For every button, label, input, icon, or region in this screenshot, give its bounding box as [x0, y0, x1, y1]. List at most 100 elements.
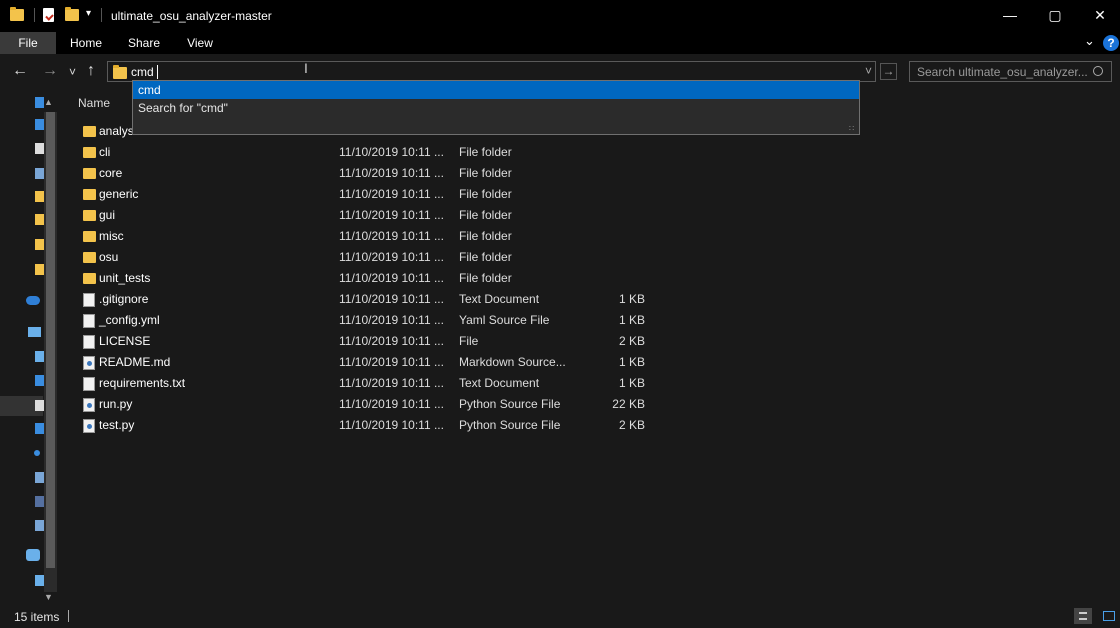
help-icon[interactable]: ?: [1103, 35, 1119, 51]
file-name: .gitignore: [99, 292, 149, 306]
tab-file[interactable]: File: [0, 32, 56, 54]
file-size: 2 KB: [618, 418, 645, 432]
address-dropdown-icon[interactable]: ˅: [865, 64, 872, 78]
scroll-up-icon[interactable]: ▲: [44, 97, 53, 107]
file-date: 11/10/2019 10:11 ...: [339, 187, 444, 201]
address-input[interactable]: [131, 64, 731, 80]
file-row[interactable]: run.py 11/10/2019 10:11 ... Python Source …: [80, 394, 650, 415]
pictures-icon[interactable]: [35, 472, 44, 483]
new-folder-icon[interactable]: [65, 7, 79, 21]
file-row[interactable]: README.md 11/10/2019 10:11 ... Markdown So…: [80, 352, 650, 373]
onedrive-icon[interactable]: [26, 296, 40, 305]
file-type: File folder: [459, 187, 512, 201]
minimize-button[interactable]: —: [987, 0, 1033, 30]
file-row[interactable]: LICENSE 11/10/2019 10:11 ... File 2 KB: [80, 331, 650, 352]
file-type: Python Source File: [459, 418, 561, 432]
drive-icon[interactable]: [35, 520, 44, 531]
desktop-icon[interactable]: [35, 97, 44, 108]
folder-icon: [83, 252, 96, 263]
file-name: LICENSE: [99, 334, 151, 348]
file-row[interactable]: generic 11/10/2019 10:11 ... File folder: [80, 184, 650, 205]
tab-share[interactable]: Share: [120, 32, 168, 54]
file-type: Python Source File: [459, 397, 561, 411]
forward-button[interactable]: →: [42, 62, 58, 80]
documents-icon[interactable]: [35, 143, 44, 154]
file-date: 11/10/2019 10:11 ...: [339, 418, 444, 432]
file-date: 11/10/2019 10:11 ...: [339, 250, 444, 264]
file-date: 11/10/2019 10:11 ...: [339, 271, 444, 285]
file-type: Text Document: [459, 292, 540, 306]
desktop-icon[interactable]: [35, 375, 44, 386]
folder-icon[interactable]: [35, 191, 44, 202]
file-date: 11/10/2019 10:11 ...: [339, 376, 444, 390]
folder-icon[interactable]: [35, 239, 44, 250]
folder-icon: [83, 168, 96, 179]
text-cursor: [157, 65, 158, 79]
folder-icon: [83, 126, 96, 137]
file-row[interactable]: _config.yml 11/10/2019 10:11 ... Yaml Sour…: [80, 310, 650, 331]
file-date: 11/10/2019 10:11 ...: [339, 292, 444, 306]
properties-icon[interactable]: [43, 8, 54, 22]
folder-icon[interactable]: [35, 264, 44, 275]
music-icon[interactable]: [34, 450, 40, 456]
file-name: unit_tests: [99, 271, 151, 285]
file-date: 11/10/2019 10:11 ...: [339, 355, 444, 369]
downloads-icon[interactable]: [35, 119, 44, 130]
scroll-down-icon[interactable]: ▼: [44, 592, 53, 602]
file-name: run.py: [99, 397, 133, 411]
resize-grip-icon[interactable]: ∷: [849, 124, 854, 133]
search-input[interactable]: [917, 64, 1087, 80]
large-icons-view-button[interactable]: [1100, 608, 1118, 624]
autocomplete-item[interactable]: Search for "cmd": [133, 99, 859, 117]
file-name: requirements.txt: [99, 376, 186, 390]
document-icon: [83, 335, 95, 349]
this-pc-icon[interactable]: [28, 327, 41, 337]
file-date: 11/10/2019 10:11 ...: [339, 208, 444, 222]
search-icon[interactable]: [1093, 66, 1103, 76]
go-button[interactable]: →: [880, 63, 897, 80]
documents-icon[interactable]: [35, 400, 44, 411]
file-size: 1 KB: [618, 355, 645, 369]
folder-icon[interactable]: [35, 214, 44, 225]
tab-view[interactable]: View: [176, 32, 224, 54]
folder-icon: [113, 65, 127, 79]
file-row[interactable]: gui 11/10/2019 10:11 ... File folder: [80, 205, 650, 226]
quick-access-dropdown-icon[interactable]: ▾: [86, 8, 91, 19]
python-file-icon: [83, 356, 95, 370]
file-name: osu: [99, 250, 119, 264]
file-row[interactable]: requirements.txt 11/10/2019 10:11 ... Text…: [80, 373, 650, 394]
maximize-button[interactable]: ▢: [1032, 0, 1078, 30]
file-type: File: [459, 334, 479, 348]
autocomplete-item-label: Search for "cmd": [138, 101, 228, 115]
file-type: File folder: [459, 208, 512, 222]
file-row[interactable]: osu 11/10/2019 10:11 ... File folder: [80, 247, 650, 268]
file-row[interactable]: test.py 11/10/2019 10:11 ... Python Source…: [80, 415, 650, 436]
file-name: analys: [99, 124, 134, 138]
back-button[interactable]: ←: [12, 62, 28, 80]
status-bar: [0, 605, 1120, 628]
file-row[interactable]: core 11/10/2019 10:11 ... File folder: [80, 163, 650, 184]
folder-icon: [83, 231, 96, 242]
file-row[interactable]: cli 11/10/2019 10:11 ... File folder: [80, 142, 650, 163]
close-button[interactable]: ✕: [1077, 0, 1120, 30]
nav-scrollbar-thumb[interactable]: [46, 112, 55, 568]
autocomplete-item[interactable]: cmd: [133, 81, 859, 99]
3d-objects-icon[interactable]: [35, 351, 44, 362]
file-date: 11/10/2019 10:11 ...: [339, 313, 444, 327]
python-file-icon: [83, 398, 95, 412]
videos-icon[interactable]: [35, 496, 44, 507]
file-row[interactable]: unit_tests 11/10/2019 10:11 ... File folde…: [80, 268, 650, 289]
drive-icon[interactable]: [35, 575, 44, 586]
details-view-button[interactable]: [1074, 608, 1092, 624]
downloads-icon[interactable]: [35, 423, 44, 434]
file-row[interactable]: misc 11/10/2019 10:11 ... File folder: [80, 226, 650, 247]
network-icon[interactable]: [26, 549, 40, 561]
pictures-icon[interactable]: [35, 168, 44, 179]
folder-icon: [83, 189, 96, 200]
expand-ribbon-icon[interactable]: ⌄: [1084, 33, 1095, 49]
tab-home[interactable]: Home: [62, 32, 110, 54]
recent-locations-button[interactable]: ˅: [69, 65, 76, 79]
column-header-name[interactable]: Name: [78, 96, 110, 110]
file-row[interactable]: .gitignore 11/10/2019 10:11 ... Text Docum…: [80, 289, 650, 310]
up-button[interactable]: ↑: [87, 62, 95, 80]
